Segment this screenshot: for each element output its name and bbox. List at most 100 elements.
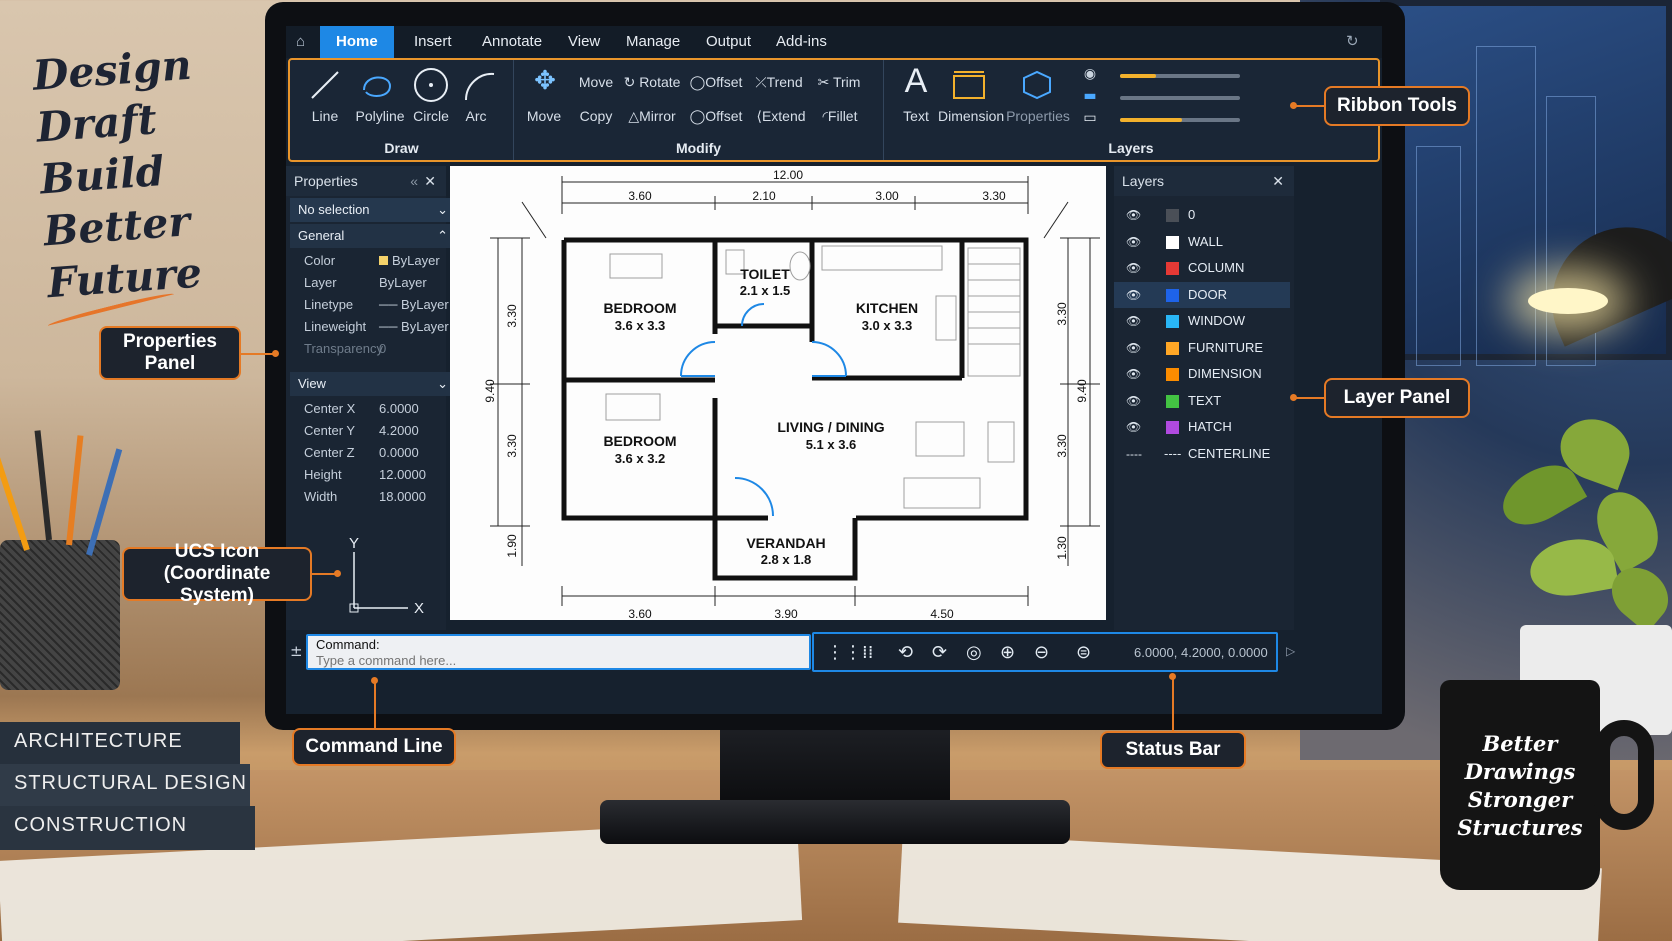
tool-polyline[interactable]: Polyline bbox=[350, 108, 410, 124]
view-section-header[interactable]: View ⌄ bbox=[290, 372, 456, 396]
eye-icon[interactable]: 👁 bbox=[1126, 202, 1141, 228]
layer-row-window[interactable]: 👁 WINDOW bbox=[1114, 308, 1290, 334]
eye-icon[interactable]: 👁 bbox=[1126, 414, 1141, 440]
room-living-dining: LIVING / DINING bbox=[777, 419, 884, 435]
close-icon[interactable]: ✕ bbox=[424, 166, 436, 196]
polyline-icon[interactable] bbox=[360, 68, 396, 102]
text-tool-icon[interactable]: A bbox=[898, 62, 934, 101]
dim-left-3: 3.30 bbox=[505, 434, 519, 458]
layer-row-0[interactable]: 👁 0 bbox=[1114, 202, 1290, 228]
drawing-canvas[interactable]: 12.00 3.60 2.10 3.00 3.30 3.60 3.90 4.50… bbox=[450, 166, 1106, 621]
layer-row-column[interactable]: 👁 COLUMN bbox=[1114, 255, 1290, 281]
view-center-z-row[interactable]: Center Z 0.0000 bbox=[294, 442, 460, 464]
eye-icon[interactable]: 👁 bbox=[1126, 229, 1141, 255]
tool-extend[interactable]: ⟨Extend bbox=[750, 108, 812, 125]
tool-move[interactable]: Move bbox=[574, 74, 618, 90]
tab-add-ins[interactable]: Add-ins bbox=[776, 26, 827, 58]
command-input[interactable] bbox=[316, 652, 796, 668]
tab-output[interactable]: Output bbox=[706, 26, 751, 58]
view-center-x-row[interactable]: Center X 6.0000 bbox=[294, 398, 460, 420]
eye-icon[interactable]: 👁 bbox=[1126, 308, 1141, 334]
layer-iso-icon[interactable]: ▭ bbox=[1080, 110, 1100, 126]
tool-trend[interactable]: ⤫Trend bbox=[750, 74, 808, 91]
tool-copy[interactable]: Copy bbox=[574, 108, 618, 124]
tool-trim[interactable]: ✂ Trim bbox=[814, 74, 864, 91]
eye-icon[interactable]: 👁 bbox=[1126, 388, 1141, 414]
tool-offset-2[interactable]: ◯Offset bbox=[688, 108, 744, 125]
layer-name: 0 bbox=[1188, 207, 1196, 222]
view-width-row[interactable]: Width 18.0000 bbox=[294, 486, 460, 508]
layer-row-text[interactable]: 👁 TEXT bbox=[1114, 388, 1290, 414]
layer-match-icon[interactable]: ▬ bbox=[1080, 88, 1100, 104]
tool-dimension[interactable]: Dimension bbox=[938, 108, 1004, 124]
layer-row-hatch[interactable]: 👁 HATCH bbox=[1114, 414, 1290, 440]
dim-top-4: 3.30 bbox=[982, 189, 1006, 203]
tool-fillet[interactable]: ◜Fillet bbox=[814, 108, 866, 125]
layer-state-icon[interactable]: ◉ bbox=[1080, 66, 1100, 82]
general-section-header[interactable]: General ⌃ bbox=[290, 224, 456, 248]
selection-dropdown[interactable]: No selection ⌄ bbox=[290, 198, 456, 222]
line-icon[interactable] bbox=[308, 68, 342, 102]
callout-properties-panel: Properties Panel bbox=[99, 326, 241, 380]
tab-view[interactable]: View bbox=[568, 26, 600, 58]
expand-arrow-icon[interactable]: ▷ bbox=[1286, 644, 1295, 658]
tool-arc[interactable]: Arc bbox=[456, 108, 496, 124]
eye-icon[interactable]: 👁 bbox=[1126, 335, 1141, 361]
collapse-icon[interactable]: « bbox=[410, 166, 418, 196]
tab-manage[interactable]: Manage bbox=[626, 26, 680, 58]
layer-swatch bbox=[1166, 421, 1179, 434]
otrack-icon[interactable]: ⊕ bbox=[1000, 642, 1015, 663]
ribbon-slider-2[interactable] bbox=[1120, 96, 1240, 100]
ortho-icon[interactable]: ⟲ bbox=[898, 642, 913, 663]
dimension-icon[interactable] bbox=[950, 68, 988, 102]
lwt-icon[interactable]: ⊜ bbox=[1076, 642, 1091, 663]
app-icon[interactable]: ⌂ bbox=[296, 26, 305, 58]
eye-icon[interactable]: 👁 bbox=[1126, 361, 1141, 387]
snap-icon[interactable]: ⁞⁞ bbox=[862, 642, 873, 663]
tool-properties[interactable]: Properties bbox=[1006, 108, 1070, 124]
grid-icon[interactable]: ⋮⋮ bbox=[826, 642, 862, 663]
tab-annotate[interactable]: Annotate bbox=[482, 26, 542, 58]
room-kitchen: KITCHEN bbox=[856, 300, 918, 316]
properties-icon[interactable] bbox=[1020, 70, 1054, 100]
polar-icon[interactable]: ⟳ bbox=[932, 642, 947, 663]
tool-circle[interactable]: Circle bbox=[406, 108, 456, 124]
command-pin-icon[interactable]: ± bbox=[290, 642, 303, 660]
refresh-icon[interactable]: ↻ bbox=[1346, 26, 1359, 58]
tab-home[interactable]: Home bbox=[320, 26, 394, 58]
tool-rotate[interactable]: ↻ Rotate bbox=[622, 74, 682, 91]
tool-offset[interactable]: ◯Offset bbox=[688, 74, 744, 91]
prop-layer-row[interactable]: Layer ByLayer bbox=[294, 272, 460, 294]
layer-row-dimension[interactable]: 👁 DIMENSION bbox=[1114, 361, 1290, 387]
layer-row-wall[interactable]: 👁 WALL bbox=[1114, 229, 1290, 255]
callout-layer-panel: Layer Panel bbox=[1324, 378, 1470, 418]
prop-color-row[interactable]: Color ByLayer bbox=[294, 250, 460, 272]
prop-linetype-row[interactable]: Linetype ── ByLayer bbox=[294, 294, 460, 316]
tool-line[interactable]: Line bbox=[300, 108, 350, 124]
tool-move-large[interactable]: Move bbox=[522, 108, 566, 124]
move-icon[interactable]: ✥ bbox=[530, 66, 560, 96]
command-line[interactable]: Command: bbox=[306, 634, 811, 670]
monitor-stand bbox=[720, 728, 950, 808]
circle-icon[interactable] bbox=[412, 66, 450, 104]
view-height-row[interactable]: Height 12.0000 bbox=[294, 464, 460, 486]
arc-icon[interactable] bbox=[462, 66, 500, 104]
eye-icon[interactable]: 👁 bbox=[1126, 255, 1141, 281]
prop-transparency-row[interactable]: Transparency 0 bbox=[294, 338, 460, 360]
ribbon-slider-1[interactable] bbox=[1120, 74, 1240, 78]
dyn-icon[interactable]: ⊖ bbox=[1034, 642, 1049, 663]
prop-lineweight-row[interactable]: Lineweight ── ByLayer bbox=[294, 316, 460, 338]
close-icon[interactable]: ✕ bbox=[1272, 166, 1284, 196]
layer-row-centerline[interactable]: ---- ---- CENTERLINE bbox=[1114, 441, 1290, 467]
view-center-y-row[interactable]: Center Y 4.2000 bbox=[294, 420, 460, 442]
layer-row-door[interactable]: 👁 DOOR bbox=[1114, 281, 1290, 308]
eye-icon[interactable]: 👁 bbox=[1126, 282, 1141, 308]
tool-text[interactable]: Text bbox=[894, 108, 938, 124]
room-toilet: TOILET bbox=[740, 266, 790, 282]
ribbon-slider-1-fill bbox=[1120, 74, 1156, 78]
osnap-icon[interactable]: ◎ bbox=[966, 642, 982, 663]
tool-mirror[interactable]: △Mirror bbox=[622, 108, 682, 125]
ribbon-slider-3[interactable] bbox=[1120, 118, 1240, 122]
tab-insert[interactable]: Insert bbox=[414, 26, 452, 58]
layer-row-furniture[interactable]: 👁 FURNITURE bbox=[1114, 335, 1290, 361]
